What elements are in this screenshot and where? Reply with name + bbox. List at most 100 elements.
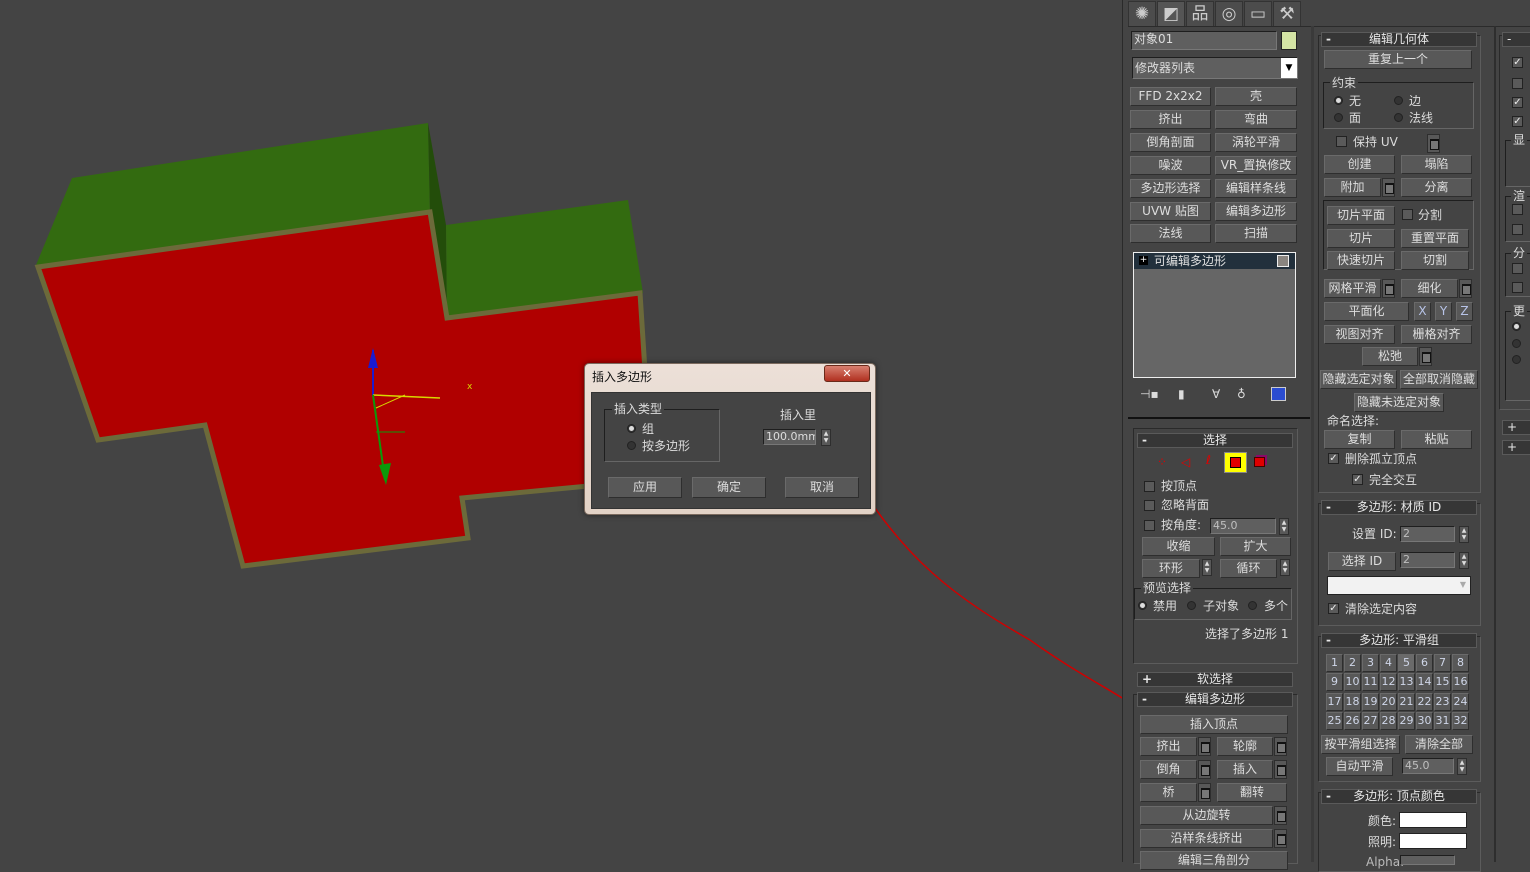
smoothing-group-button[interactable]: 26 [1344,711,1361,730]
modifier-list-dropdown[interactable]: 修改器列表 ▼ [1132,57,1298,79]
copy-button[interactable]: 复制 [1324,430,1395,449]
col3-radio[interactable] [1512,322,1521,331]
smoothing-group-button[interactable]: 28 [1380,711,1397,730]
constraint-edge-radio[interactable] [1394,96,1403,105]
soft-selection-rollout-header[interactable]: + 软选择 [1137,672,1293,687]
bridge-settings-icon[interactable] [1198,783,1211,802]
extrude-settings-icon[interactable] [1198,737,1211,756]
attach-list-icon[interactable] [1382,178,1395,197]
modifier-button[interactable]: VR_置换修改 [1215,156,1297,175]
modifier-button[interactable]: FFD 2x2x2 [1130,87,1211,106]
ring-button[interactable]: 环形 [1142,559,1200,578]
meshsmooth-button[interactable]: 网格平滑 [1324,279,1381,298]
smoothing-group-button[interactable]: 18 [1344,692,1361,711]
repeat-last-button[interactable]: 重复上一个 [1324,50,1472,69]
constraint-normal-radio[interactable] [1394,113,1403,122]
smoothing-group-button[interactable]: 14 [1416,673,1433,692]
extrude-spline-settings-icon[interactable] [1274,829,1287,848]
set-id-spinner[interactable]: ▲ ▼ [1459,526,1469,543]
view-align-button[interactable]: 视图对齐 [1324,325,1395,344]
outline-button[interactable]: 轮廓 [1217,737,1273,756]
hinge-settings-icon[interactable] [1274,806,1287,825]
vertex-mode-icon[interactable]: ⁘ [1157,455,1167,469]
modifier-button[interactable]: 噪波 [1130,156,1211,175]
edit-geometry-rollout-header[interactable]: - 编辑几何体 [1321,32,1477,47]
collapse-button[interactable]: 塌陷 [1401,155,1472,174]
perspective-viewport[interactable]: x [0,0,1122,862]
extrude-along-spline-button[interactable]: 沿样条线挤出 [1140,829,1273,848]
constraint-none-radio[interactable] [1334,96,1343,105]
modifier-button[interactable]: 扫描 [1215,224,1297,243]
smoothing-group-button[interactable]: 25 [1326,711,1343,730]
edge-mode-icon[interactable]: ◁ [1181,455,1190,469]
insert-vertex-button[interactable]: 插入顶点 [1140,715,1288,734]
material-name-dropdown[interactable]: ▼ [1327,576,1471,595]
smoothing-group-button[interactable]: 21 [1398,692,1415,711]
preserve-uv-checkbox[interactable] [1336,136,1347,147]
object-color-swatch[interactable] [1281,31,1297,50]
modifier-button[interactable]: UVW 贴图 [1130,202,1211,221]
planar-y-button[interactable]: Y [1435,302,1452,321]
pin-stack-icon[interactable]: ⊣▪ [1140,387,1159,401]
clear-all-button[interactable]: 清除全部 [1405,735,1473,754]
make-unique-icon[interactable]: ∀ [1212,387,1220,401]
hide-unselected-button[interactable]: 隐藏未选定对象 [1354,393,1444,412]
col3-checkbox[interactable]: ✓ [1512,97,1523,108]
radio-group[interactable] [627,424,636,433]
smoothing-group-button[interactable]: 17 [1326,692,1343,711]
tessellate-button[interactable]: 细化 [1401,279,1458,298]
split-checkbox[interactable] [1402,209,1413,220]
smoothing-groups-rollout-header[interactable]: - 多边形: 平滑组 [1321,633,1477,648]
col3-radio[interactable] [1512,355,1521,364]
modifier-button[interactable]: 弯曲 [1215,110,1297,129]
col3-collapsed-rollout[interactable]: + [1502,440,1530,455]
detach-button[interactable]: 分离 [1401,178,1472,197]
object-name-input[interactable]: 对象01 [1131,31,1277,50]
edit-polygons-rollout-header[interactable]: - 编辑多边形 [1137,692,1293,707]
preserve-uv-settings-icon[interactable] [1427,134,1440,153]
hinge-from-edge-button[interactable]: 从边旋转 [1140,806,1273,825]
planar-x-button[interactable]: X [1414,302,1431,321]
modifier-stack[interactable]: + 可编辑多边形 [1133,252,1296,378]
configure-modifier-sets-icon[interactable] [1271,387,1286,401]
extrude-button[interactable]: 挤出 [1140,737,1197,756]
smoothing-group-button[interactable]: 30 [1416,711,1433,730]
shrink-button[interactable]: 收缩 [1142,537,1215,556]
flip-button[interactable]: 翻转 [1217,783,1287,802]
select-id-button[interactable]: 选择 ID [1328,552,1396,571]
reset-plane-button[interactable]: 重置平面 [1401,229,1469,248]
meshsmooth-settings-icon[interactable] [1382,279,1395,298]
expand-icon[interactable]: + [1139,256,1148,265]
remove-modifier-icon[interactable]: ♁ [1237,387,1246,401]
col3-collapsed-rollout[interactable]: + [1502,420,1530,435]
vertex-color-swatch[interactable] [1399,812,1467,828]
unhide-all-button[interactable]: 全部取消隐藏 [1400,370,1478,389]
smoothing-group-button[interactable]: 4 [1380,654,1397,672]
illumination-color-swatch[interactable] [1399,833,1467,849]
bevel-button[interactable]: 倒角 [1140,760,1197,779]
smoothing-group-button[interactable]: 32 [1452,711,1469,730]
col3-checkbox[interactable] [1512,204,1523,215]
grow-button[interactable]: 扩大 [1220,537,1291,556]
relax-button[interactable]: 松弛 [1362,347,1418,366]
smoothing-group-button[interactable]: 2 [1344,654,1361,672]
radio-by-polygon[interactable] [627,441,636,450]
col3-radio[interactable] [1512,339,1521,348]
preview-subobject-radio[interactable] [1187,601,1196,610]
utilities-tab-icon[interactable]: ⚒ [1273,1,1301,26]
smoothing-group-button[interactable]: 31 [1434,711,1451,730]
by-vertex-checkbox[interactable] [1144,481,1155,492]
inset-amount-input[interactable]: 100.0mm [763,429,816,445]
ring-spinner[interactable]: ▲ ▼ [1202,559,1212,576]
smoothing-group-button[interactable]: 19 [1362,692,1379,711]
modifier-button[interactable]: 倒角剖面 [1130,133,1211,152]
modifier-button[interactable]: 编辑多边形 [1215,202,1297,221]
inset-amount-spinner[interactable]: ▲ ▼ [821,429,831,446]
display-tab-icon[interactable]: ▭ [1244,1,1272,26]
planar-z-button[interactable]: Z [1456,302,1473,321]
modifier-button[interactable]: 多边形选择 [1130,179,1211,198]
create-button[interactable]: 创建 [1324,155,1395,174]
smoothing-group-button[interactable]: 11 [1362,673,1379,692]
quickslice-button[interactable]: 快速切片 [1327,251,1395,270]
smoothing-group-button[interactable]: 8 [1452,654,1469,672]
